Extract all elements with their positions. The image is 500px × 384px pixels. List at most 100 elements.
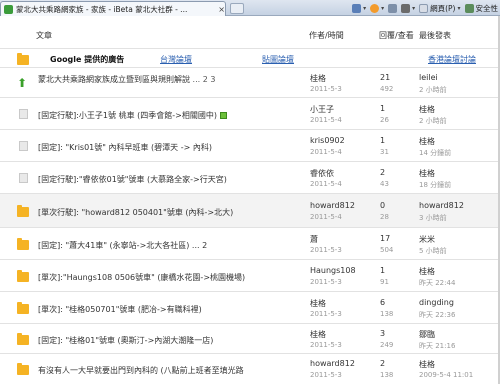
last-post-time[interactable]: 14 分鐘前 — [419, 148, 451, 158]
ad-link-photo-forum[interactable]: 貼圖論壇 — [262, 54, 294, 65]
thread-author[interactable]: 桂格 — [310, 73, 326, 84]
thread-author[interactable]: 小王子 — [310, 104, 334, 115]
browser-tab-bar: 蒙北大共乘路網家族 - 家族 - iBeta 蒙北大社群 - ... × ▾ ▾… — [0, 0, 500, 16]
thread-replies: 1 — [380, 136, 386, 145]
new-tab-button[interactable] — [230, 3, 244, 14]
mail-button[interactable] — [388, 3, 398, 13]
thread-title[interactable]: [固定]: "桂格01"號車 (奧斯汀->內湖大潮隆一店) — [38, 335, 213, 346]
ad-link-taiwan-forum[interactable]: 台灣論壇 — [160, 54, 192, 65]
thread-views: 492 — [380, 85, 394, 93]
last-post-user[interactable]: 桂格 — [419, 168, 435, 179]
thread-views: 28 — [380, 213, 389, 221]
thread-title[interactable]: [固定行駛]:"睿依依01號"號車 (大慕路全家->行天宮) — [38, 174, 227, 185]
thread-title[interactable]: [單次行駛]: "howard812 050401"號車 (內科->北大) — [38, 207, 233, 218]
print-button[interactable]: ▾ — [401, 3, 415, 13]
table-row[interactable]: [固定]: "Kris01號" 內科早班車 (碧潭天 -> 內科) kris09… — [0, 130, 500, 162]
thread-views: 249 — [380, 341, 394, 349]
feeds-button[interactable]: ▾ — [370, 3, 384, 13]
folder-icon — [17, 238, 29, 250]
thread-title[interactable]: [單次]: "桂格050701"號車 (肥冶->有職科裡) — [38, 304, 202, 315]
thread-replies: 3 — [380, 329, 386, 338]
thread-list-header: 文章 作者/時間 回覆/查看 最後發表 — [0, 26, 500, 42]
last-post-time[interactable]: 5 小時前 — [419, 246, 447, 256]
thread-author[interactable]: 桂格 — [310, 329, 326, 340]
thread-author[interactable]: kris0902 — [310, 136, 345, 145]
thread-date: 2011-5-4 — [310, 148, 342, 156]
thread-author[interactable]: 睿依依 — [310, 168, 334, 179]
last-post-time[interactable]: 昨天 22:44 — [419, 278, 455, 288]
page-menu-button[interactable]: 網頁(P) ▾ — [419, 3, 461, 14]
thread-views: 138 — [380, 371, 394, 379]
tab-title: 蒙北大共乘路網家族 - 家族 - iBeta 蒙北大社群 - ... — [16, 4, 188, 14]
thread-title[interactable]: [固定]: "Kris01號" 內科早班車 (碧潭天 -> 內科) — [38, 142, 212, 153]
last-post-user[interactable]: 桂格 — [419, 136, 435, 147]
thread-date: 2011-5-3 — [310, 85, 342, 93]
thread-author[interactable]: howard812 — [310, 359, 355, 368]
header-last-post: 最後發表 — [419, 31, 451, 40]
page-icon — [419, 3, 429, 13]
safety-icon — [464, 3, 474, 13]
last-post-user[interactable]: 鄒臨 — [419, 329, 435, 340]
thread-author[interactable]: 蕭 — [310, 234, 318, 245]
table-row[interactable]: [單次]: "桂格050701"號車 (肥冶->有職科裡) 桂格 2011-5-… — [0, 292, 500, 324]
thread-author[interactable]: 桂格 — [310, 298, 326, 309]
command-bar: ▾ ▾ ▾ 網頁(P) ▾ 安全性 — [352, 1, 500, 15]
thread-views: 31 — [380, 148, 389, 156]
home-icon — [352, 3, 362, 13]
thread-title-text[interactable]: 蒙北大共乘路網家族成立暨到區與規則解說 — [38, 75, 190, 84]
last-post-user[interactable]: 桂格 — [419, 359, 435, 370]
document-icon — [19, 141, 28, 151]
last-post-time[interactable]: 18 分鐘前 — [419, 180, 451, 190]
last-post-time[interactable]: 昨天 21:16 — [419, 341, 455, 351]
ad-link-hk-forum[interactable]: 香港論壇討論 — [428, 54, 476, 65]
thread-title[interactable]: [固定行駛]:小王子1號 桃車 (四季會館->相關國中) — [38, 110, 227, 121]
page-menu-label: 網頁(P) — [430, 3, 456, 13]
chevron-down-icon: ▾ — [363, 4, 367, 12]
table-row[interactable]: [固定行駛]:"睿依依01號"號車 (大慕路全家->行天宮) 睿依依 2011-… — [0, 162, 500, 194]
folder-icon — [17, 363, 29, 375]
thread-title[interactable]: [固定]: "蕭大41車" (永寧站->北大各社區) ... 2 — [38, 240, 207, 251]
table-row[interactable]: ⬆ 蒙北大共乘路網家族成立暨到區與規則解說 ... 2 3 桂格 2011-5-… — [0, 68, 500, 98]
last-post-time[interactable]: 3 小時前 — [419, 213, 447, 223]
table-row[interactable]: [單次]:"Haungs108 0506號車" (康橋水花園->桃園機場) Ha… — [0, 260, 500, 292]
thread-replies: 2 — [380, 359, 386, 368]
thread-author[interactable]: Haungs108 — [310, 266, 356, 275]
last-post-time[interactable]: 2 小時前 — [419, 116, 447, 126]
thread-author[interactable]: howard812 — [310, 201, 355, 210]
table-row[interactable]: [固定]: "桂格01"號車 (奧斯汀->內湖大潮隆一店) 桂格 2011-5-… — [0, 324, 500, 354]
thread-date: 2011-5-3 — [310, 371, 342, 379]
table-row[interactable]: [固定]: "蕭大41車" (永寧站->北大各社區) ... 2 蕭 2011-… — [0, 228, 500, 260]
thread-page-links[interactable]: ... 2 3 — [193, 75, 216, 84]
tab-close-icon[interactable]: × — [218, 5, 225, 14]
last-post-user[interactable]: 桂格 — [419, 104, 435, 115]
last-post-time[interactable]: 2009-5-4 11:01 — [419, 371, 473, 379]
thread-date: 2011-5-3 — [310, 246, 342, 254]
thread-title[interactable]: [單次]:"Haungs108 0506號車" (康橋水花園->桃園機場) — [38, 272, 245, 283]
safety-menu-button[interactable]: 安全性 — [464, 3, 498, 14]
last-post-user[interactable]: dingding — [419, 298, 454, 307]
chevron-down-icon: ▾ — [457, 4, 461, 12]
thread-date: 2011-5-4 — [310, 180, 342, 188]
home-button[interactable]: ▾ — [352, 3, 367, 13]
thread-title-text[interactable]: [固定行駛]:小王子1號 桃車 (四季會館->相關國中) — [38, 111, 217, 120]
thread-views: 91 — [380, 278, 389, 286]
table-row[interactable]: [單次行駛]: "howard812 050401"號車 (內科->北大) ho… — [0, 194, 500, 228]
last-post-time[interactable]: 2 小時前 — [419, 85, 447, 95]
browser-tab[interactable]: 蒙北大共乘路網家族 - 家族 - iBeta 蒙北大社群 - ... × — [0, 1, 226, 16]
thread-title[interactable]: 有沒有人一大早就要出門到內科的 (八點前上班者至填光路 — [38, 365, 244, 376]
folder-icon — [17, 53, 29, 65]
thread-date: 2011-5-3 — [310, 278, 342, 286]
last-post-user[interactable]: 桂格 — [419, 266, 435, 277]
thread-title[interactable]: 蒙北大共乘路網家族成立暨到區與規則解說 ... 2 3 — [38, 74, 215, 85]
last-post-user[interactable]: leilei — [419, 73, 438, 82]
last-post-user[interactable]: howard812 — [419, 201, 464, 210]
last-post-user[interactable]: 米米 — [419, 234, 435, 245]
table-row[interactable]: 有沒有人一大早就要出門到內科的 (八點前上班者至填光路 howard812 20… — [0, 354, 500, 384]
thread-replies: 17 — [380, 234, 391, 243]
mail-icon — [388, 3, 398, 13]
ad-title: Google 提供的廣告 — [50, 55, 125, 64]
table-row[interactable]: [固定行駛]:小王子1號 桃車 (四季會館->相關國中) 小王子 2011-5-… — [0, 98, 500, 130]
thread-date: 2011-5-3 — [310, 310, 342, 318]
header-topic: 文章 — [36, 31, 52, 40]
last-post-time[interactable]: 昨天 22:36 — [419, 310, 455, 320]
